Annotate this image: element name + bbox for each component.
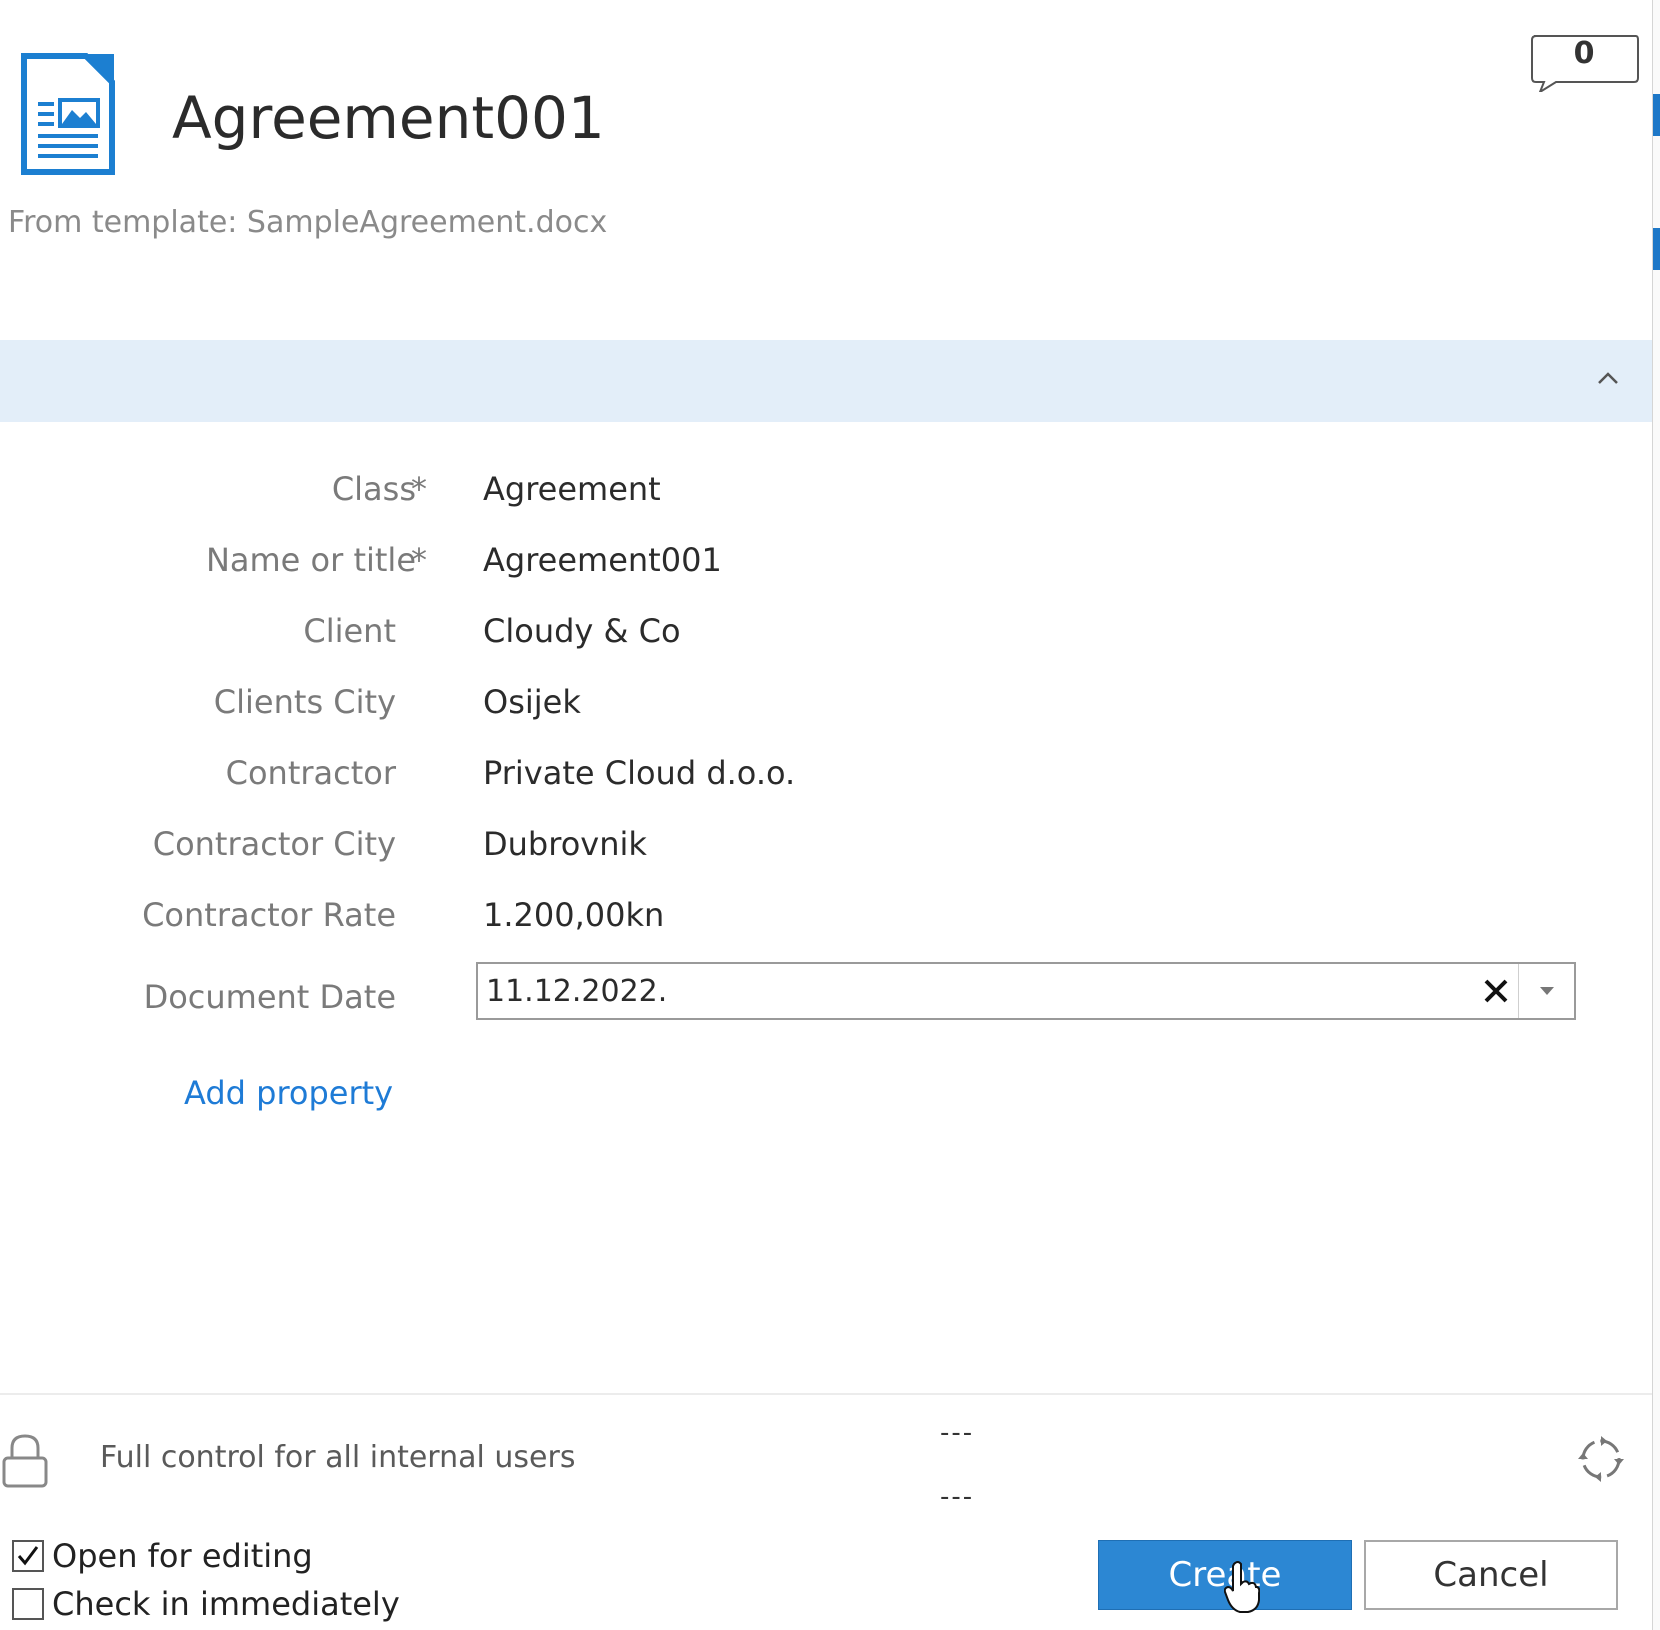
template-info: From template: SampleAgreement.docx	[8, 205, 608, 240]
property-row: Name or title * Agreement001	[0, 541, 1652, 601]
property-row: Contractor Private Cloud d.o.o.	[0, 754, 1652, 814]
property-label: Contractor City	[152, 825, 396, 863]
property-value[interactable]: Private Cloud d.o.o.	[483, 754, 795, 792]
document-date-field[interactable]: 11.12.2022.	[476, 962, 1576, 1020]
property-label: Client	[303, 612, 396, 650]
document-title: Agreement001	[172, 84, 605, 152]
divider	[0, 1393, 1652, 1395]
property-label: Clients City	[213, 683, 396, 721]
property-label: Document Date	[143, 978, 396, 1016]
properties-section-header[interactable]	[0, 340, 1652, 422]
chevron-up-icon[interactable]	[1594, 364, 1622, 392]
required-marker: *	[411, 541, 427, 579]
property-value[interactable]: Osijek	[483, 683, 581, 721]
property-label: Contractor	[225, 754, 396, 792]
cancel-button[interactable]: Cancel	[1364, 1540, 1618, 1610]
open-for-editing-option[interactable]: Open for editing	[12, 1534, 313, 1578]
property-row: Client Cloudy & Co	[0, 612, 1652, 672]
property-label: Contractor Rate	[142, 896, 396, 934]
add-property-link[interactable]: Add property	[184, 1074, 393, 1112]
property-row: Clients City Osijek	[0, 683, 1652, 743]
check-in-immediately-label[interactable]: Check in immediately	[52, 1585, 400, 1623]
property-row: Class * Agreement	[0, 470, 1652, 530]
property-value[interactable]: Dubrovnik	[483, 825, 647, 863]
property-row: Contractor City Dubrovnik	[0, 825, 1652, 885]
open-for-editing-checkbox[interactable]	[12, 1540, 44, 1572]
property-value[interactable]: Agreement001	[483, 541, 722, 579]
comment-count: 0	[1573, 36, 1595, 71]
property-label: Name or title	[205, 541, 416, 579]
open-for-editing-label[interactable]: Open for editing	[52, 1537, 313, 1575]
clear-icon[interactable]	[1468, 964, 1524, 1018]
new-document-dialog: Agreement001 From template: SampleAgreem…	[0, 0, 1653, 1630]
background-window-accent	[1653, 228, 1660, 270]
required-marker: *	[411, 470, 427, 508]
document-date-value[interactable]: 11.12.2022.	[486, 974, 667, 1009]
dropdown-arrow-icon[interactable]	[1519, 964, 1574, 1018]
check-in-immediately-option[interactable]: Check in immediately	[12, 1582, 400, 1626]
permissions-separator: ---	[940, 1418, 975, 1448]
lock-icon	[2, 1434, 48, 1488]
property-value[interactable]: Cloudy & Co	[483, 612, 681, 650]
document-icon	[21, 53, 115, 175]
background-window-accent	[1653, 94, 1660, 136]
property-value[interactable]: 1.200,00kn	[483, 896, 664, 934]
property-row: Contractor Rate 1.200,00kn	[0, 896, 1652, 956]
check-in-immediately-checkbox[interactable]	[12, 1588, 44, 1620]
permissions-text[interactable]: Full control for all internal users	[100, 1440, 575, 1475]
hand-cursor-icon	[1224, 1561, 1260, 1613]
property-label: Class	[331, 470, 416, 508]
refresh-icon[interactable]	[1576, 1434, 1626, 1484]
property-value[interactable]: Agreement	[483, 470, 661, 508]
permissions-separator: ---	[940, 1482, 975, 1512]
